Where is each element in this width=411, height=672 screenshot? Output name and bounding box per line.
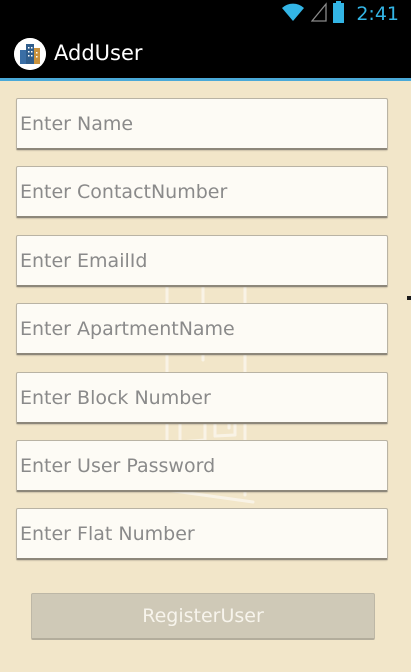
status-bar: 2:41 <box>0 0 411 28</box>
contact-number-field[interactable] <box>16 166 388 218</box>
flat-number-field[interactable] <box>16 508 388 560</box>
signal-icon <box>310 2 327 26</box>
wifi-icon <box>281 2 305 26</box>
scroll-indicator <box>407 296 411 300</box>
add-user-screen: 2:41 AddUser Enter Name Enter ContactNum… <box>0 0 411 672</box>
status-icons: 2:41 <box>281 1 399 27</box>
apartment-name-field[interactable] <box>16 303 388 355</box>
register-user-button[interactable]: RegisterUser <box>31 593 375 640</box>
building-app-icon[interactable] <box>14 38 46 70</box>
user-password-field[interactable] <box>16 440 388 492</box>
app-title: AddUser <box>54 41 143 65</box>
status-time: 2:41 <box>356 3 399 25</box>
action-bar: AddUser <box>0 28 411 78</box>
battery-icon <box>333 1 345 27</box>
block-number-field[interactable] <box>16 372 388 424</box>
email-id-field[interactable] <box>16 235 388 287</box>
name-field[interactable] <box>16 98 388 150</box>
action-bar-divider <box>0 78 411 81</box>
